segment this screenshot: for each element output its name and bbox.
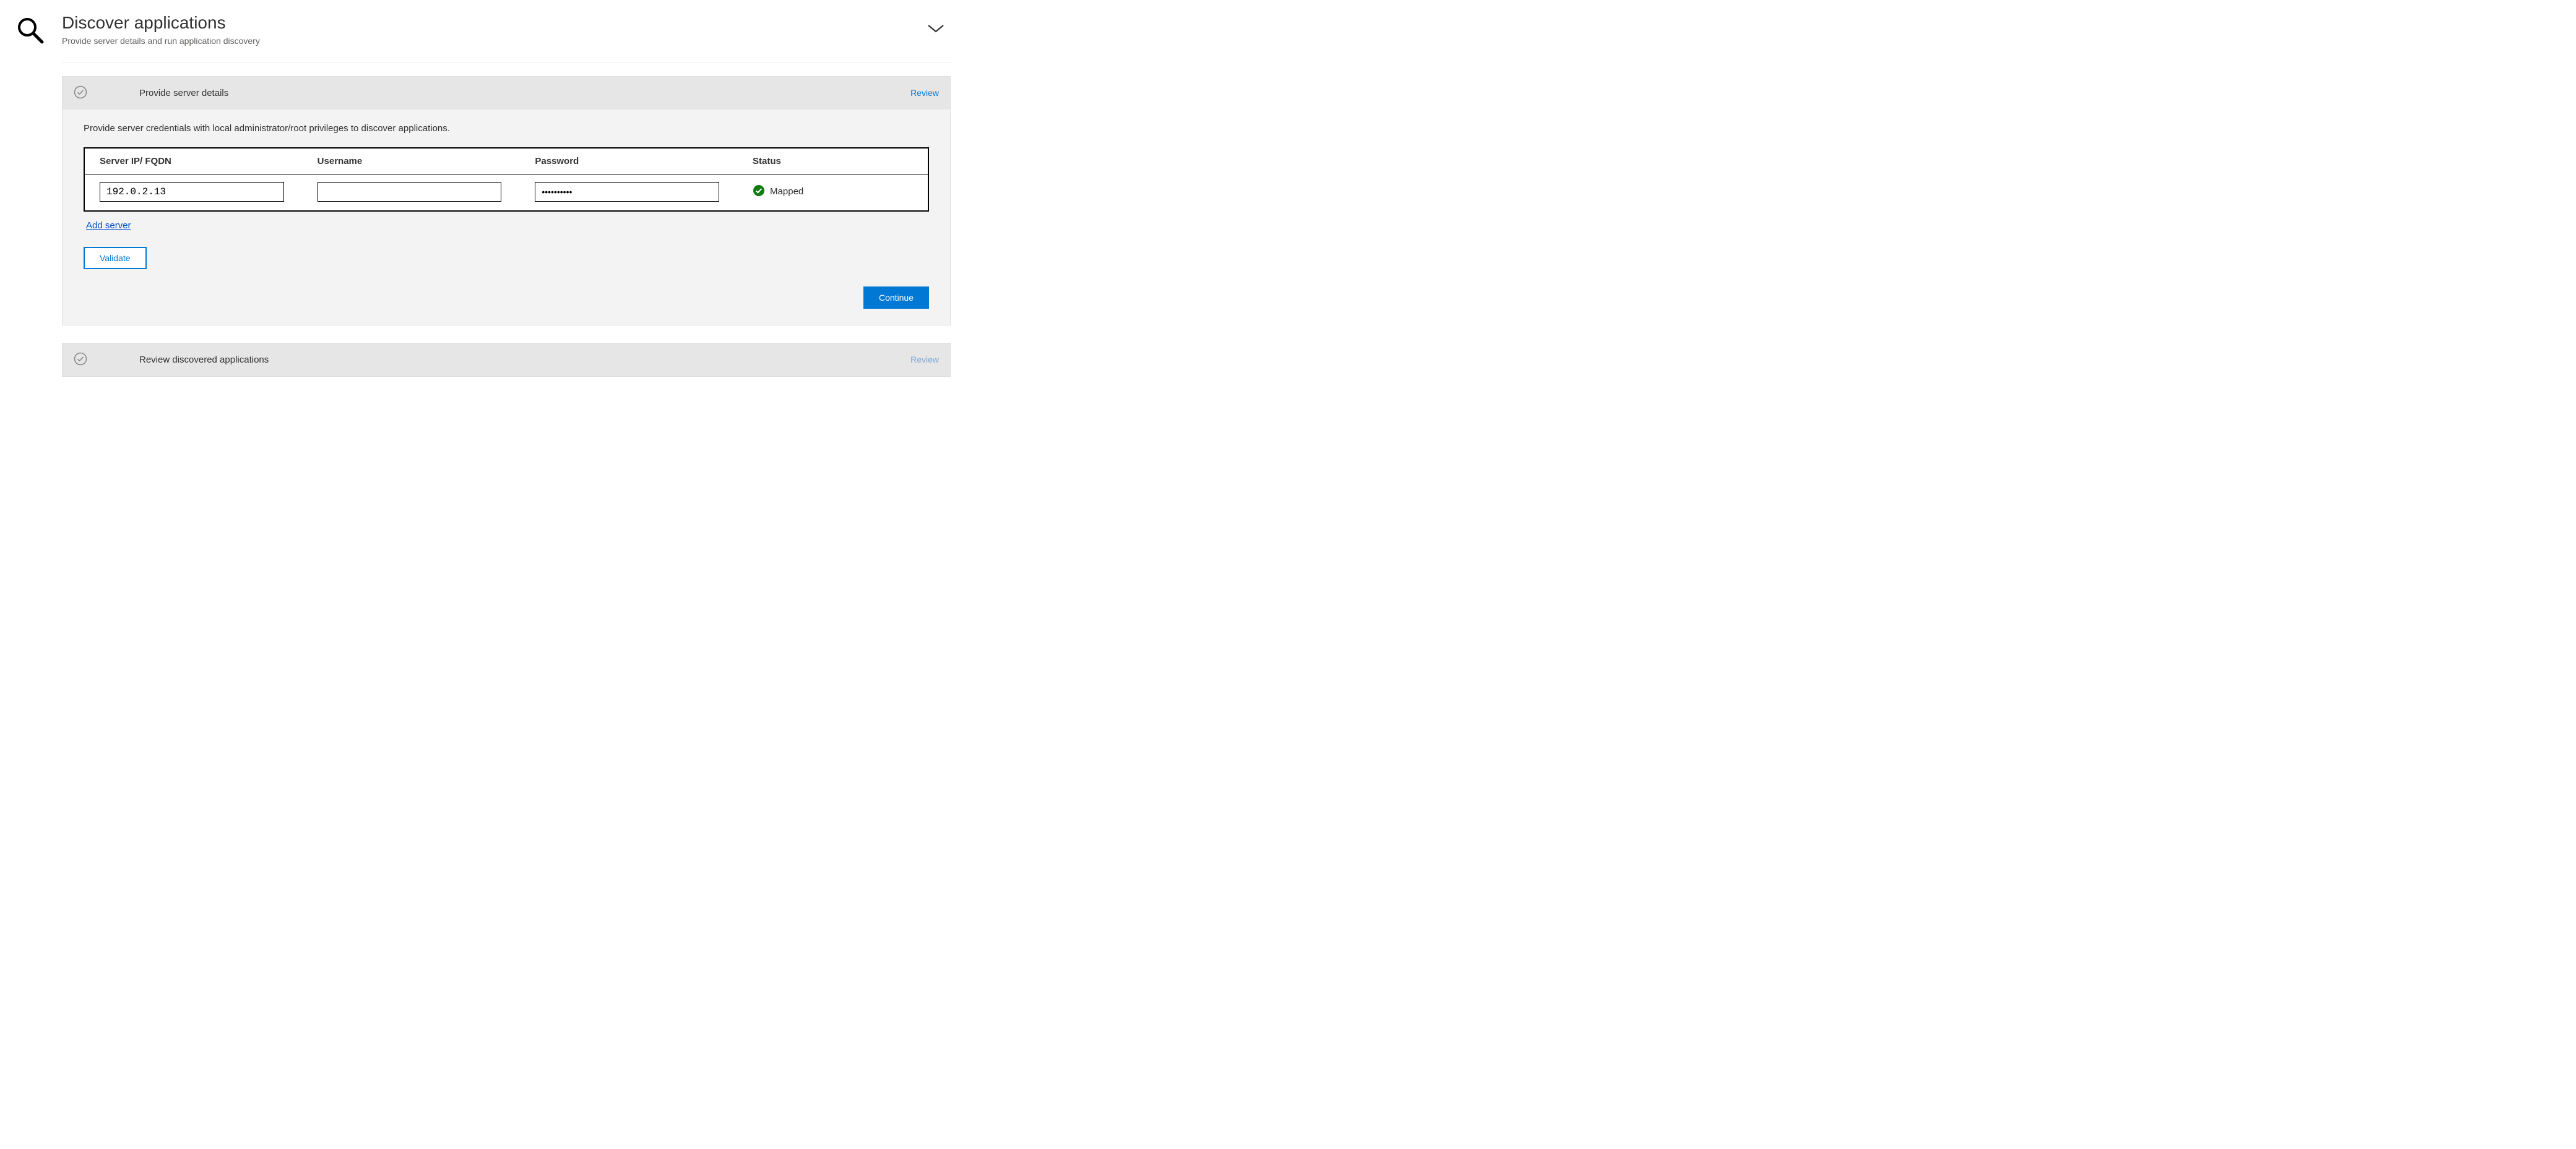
page-title: Discover applications [62, 12, 260, 33]
check-circle-icon [74, 85, 87, 101]
success-icon [753, 184, 765, 199]
check-circle-icon [74, 352, 87, 368]
review-link[interactable]: Review [910, 88, 939, 98]
status-label: Mapped [770, 186, 803, 197]
col-header-username: Username [318, 156, 518, 166]
chevron-down-icon [927, 24, 944, 33]
password-input[interactable] [535, 182, 719, 202]
continue-button[interactable]: Continue [863, 286, 929, 309]
page-subtitle: Provide server details and run applicati… [62, 36, 260, 46]
add-server-link[interactable]: Add server [86, 220, 131, 231]
step-provide-server-details: Provide server details Review Provide se… [62, 76, 951, 325]
step-description: Provide server credentials with local ad… [84, 123, 929, 134]
collapse-button[interactable] [923, 20, 948, 39]
col-header-status: Status [753, 156, 913, 166]
step-title: Provide server details [139, 88, 228, 98]
col-header-password: Password [535, 156, 735, 166]
review-link[interactable]: Review [910, 355, 939, 364]
step-review-discovered-applications: Review discovered applications Review [62, 343, 951, 377]
server-table: Server IP/ FQDN Username Password Status [84, 147, 929, 212]
username-input[interactable] [318, 182, 502, 202]
search-icon [15, 12, 45, 377]
step-title: Review discovered applications [139, 355, 269, 365]
validate-button[interactable]: Validate [84, 247, 147, 269]
table-row: Mapped [85, 174, 928, 210]
server-ip-input[interactable] [100, 182, 284, 202]
col-header-ip: Server IP/ FQDN [100, 156, 300, 166]
